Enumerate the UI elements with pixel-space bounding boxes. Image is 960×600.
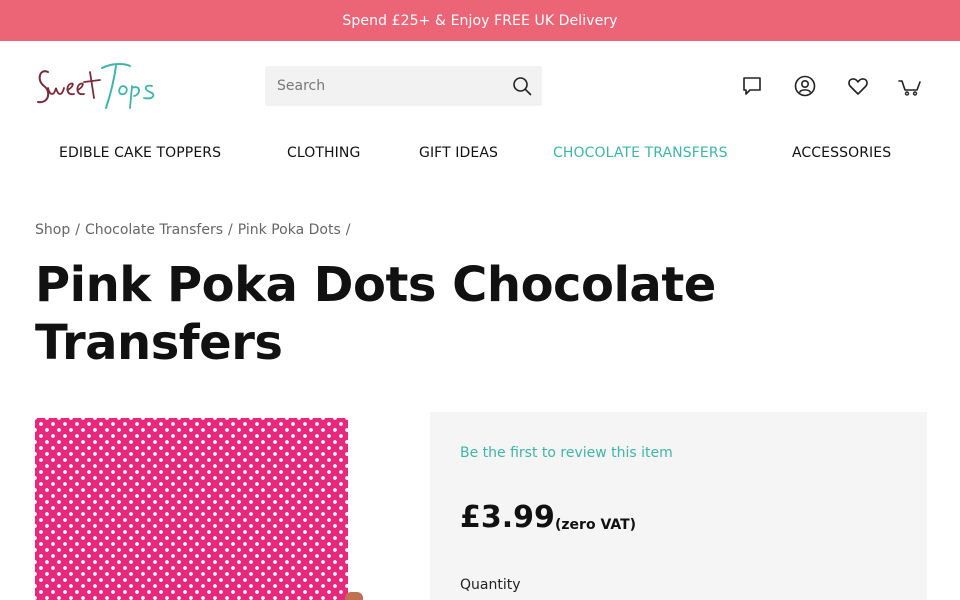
logo-script-icon (37, 63, 155, 109)
product-price: £3.99 (460, 500, 555, 535)
promo-banner: Spend £25+ & Enjoy FREE UK Delivery (0, 0, 960, 41)
breadcrumb-separator: / (345, 222, 351, 238)
chat-icon (743, 77, 761, 95)
search-bar (265, 66, 542, 106)
nav-item-edible-cake-toppers[interactable]: EDIBLE CAKE TOPPERS (59, 145, 221, 161)
search-icon (513, 77, 532, 96)
search-button[interactable] (510, 74, 534, 98)
breadcrumb-separator: / (75, 222, 80, 238)
wishlist-button[interactable] (846, 74, 870, 98)
heart-icon (848, 78, 868, 95)
promo-text: Spend £25+ & Enjoy FREE UK Delivery (342, 12, 618, 29)
product-image[interactable] (35, 418, 348, 600)
breadcrumb: Shop / Chocolate Transfers / Pink Poka Dots / (35, 222, 355, 238)
breadcrumb-separator: / (228, 222, 233, 238)
account-icon (794, 75, 816, 97)
breadcrumb-shop[interactable]: Shop (35, 222, 70, 238)
basket-icon (898, 80, 921, 96)
nav-item-clothing[interactable]: CLOTHING (287, 145, 360, 161)
nav-item-accessories[interactable]: ACCESSORIES (792, 145, 891, 161)
nav-item-gift-ideas[interactable]: GIFT IDEAS (419, 145, 498, 161)
search-input[interactable] (265, 66, 495, 106)
breadcrumb-pink-poka-dots[interactable]: Pink Poka Dots (238, 222, 341, 238)
sweet-tops-logo[interactable] (34, 58, 162, 114)
account-button[interactable] (793, 74, 817, 98)
nav-item-chocolate-transfers[interactable]: CHOCOLATE TRANSFERS (553, 145, 728, 161)
product-image-corner (345, 592, 363, 600)
purchase-panel: Be the first to review this item £3.99 (… (430, 412, 927, 600)
quantity-label: Quantity (460, 577, 521, 593)
review-link[interactable]: Be the first to review this item (460, 445, 673, 461)
breadcrumb-chocolate-transfers[interactable]: Chocolate Transfers (85, 222, 223, 238)
product-title: Pink Poka Dots Chocolate Transfers (35, 257, 716, 371)
contact-button[interactable] (740, 74, 764, 98)
main-navigation: EDIBLE CAKE TOPPERS CLOTHING GIFT IDEAS … (0, 140, 960, 170)
vat-note: (zero VAT) (555, 517, 637, 533)
basket-button[interactable] (898, 74, 922, 98)
